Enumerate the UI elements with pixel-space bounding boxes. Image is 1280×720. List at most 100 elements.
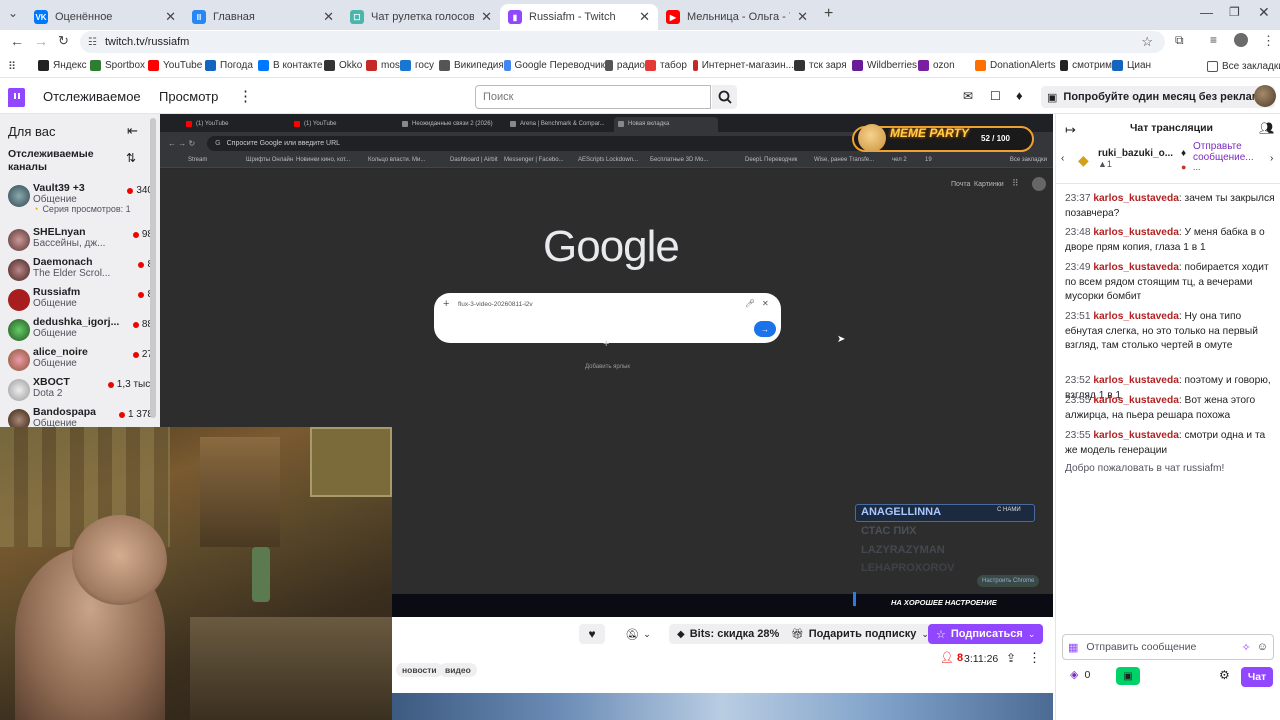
chat-send-button[interactable]: Чат bbox=[1241, 667, 1273, 687]
site-info-icon[interactable]: ☷ bbox=[88, 37, 97, 48]
menu-icon[interactable]: ⋮ bbox=[1262, 33, 1275, 49]
channel-points[interactable]: ◈ 0 bbox=[1070, 668, 1090, 682]
collapse-sidebar-icon[interactable]: ⇤ bbox=[127, 123, 138, 139]
ad-free-button[interactable]: ▣ Попробуйте один месяц без рекламы bbox=[1041, 86, 1276, 108]
sort-icon[interactable]: ⇅ bbox=[126, 151, 136, 165]
magic-icon[interactable]: ✧ bbox=[1242, 641, 1251, 654]
inbox-icon[interactable]: ✉ bbox=[963, 89, 973, 103]
new-tab-button[interactable]: + bbox=[824, 5, 833, 23]
bookmark-item[interactable]: mos bbox=[366, 60, 400, 71]
channel-avatar bbox=[8, 259, 30, 281]
gift-sub-button[interactable]: 🎁︎ Подарить подписку ⌄ bbox=[783, 624, 937, 644]
bookmark-star-icon[interactable]: ☆ bbox=[1141, 34, 1153, 50]
reload-icon[interactable]: ↻ bbox=[58, 33, 69, 49]
tag-video[interactable]: видео bbox=[439, 663, 477, 677]
browser-tab[interactable]: VK Оценённое ✕ bbox=[26, 4, 184, 30]
browser-tab[interactable]: ▮ Russiafm - Twitch ✕ bbox=[500, 4, 658, 30]
message-user[interactable]: karlos_kustaveda bbox=[1093, 193, 1179, 204]
browser-tab[interactable]: II Главная ✕ bbox=[184, 4, 342, 30]
profile-avatar[interactable] bbox=[1234, 33, 1248, 47]
bookmark-item[interactable]: Google Переводчик bbox=[504, 60, 605, 71]
message-user[interactable]: karlos_kustaveda bbox=[1093, 262, 1179, 273]
browser-tab[interactable]: ▶ Мельница - Ольга - YouTube ✕ bbox=[658, 4, 816, 30]
chevron-right-icon[interactable]: › bbox=[1270, 153, 1273, 164]
message-user[interactable]: karlos_kustaveda bbox=[1093, 311, 1179, 322]
tab-search-icon[interactable]: ⌄ bbox=[8, 6, 26, 24]
pinned-send[interactable]: Отправьте сообщение... bbox=[1193, 141, 1265, 163]
inner-bookmark: Stream bbox=[188, 157, 208, 163]
apps-icon[interactable]: ⠿ bbox=[8, 60, 16, 73]
more-options-icon[interactable]: ⋮ bbox=[1028, 650, 1041, 666]
bookmark-item[interactable]: ozon bbox=[918, 60, 975, 71]
message-user[interactable]: karlos_kustaveda bbox=[1093, 227, 1179, 238]
emoji-icon[interactable]: ☺ bbox=[1257, 641, 1268, 653]
bookmark-item[interactable]: Интернет-магазин... bbox=[693, 60, 794, 71]
extensions-icon[interactable]: ⧉ bbox=[1175, 33, 1184, 48]
bookmark-item[interactable]: Циан bbox=[1112, 60, 1152, 71]
settings-gear-icon[interactable]: ⚙ bbox=[1219, 668, 1230, 682]
bookmark-item[interactable]: Яндекс bbox=[38, 60, 90, 71]
tag-news[interactable]: новости bbox=[396, 663, 443, 677]
bookmark-item[interactable]: Okko bbox=[324, 60, 366, 71]
twitch-logo-icon[interactable] bbox=[8, 88, 25, 107]
bookmark-item[interactable]: госу bbox=[400, 60, 439, 71]
notifications-button[interactable]: 🔕︎ ⌄ bbox=[618, 624, 658, 644]
forward-icon[interactable]: → bbox=[34, 33, 48, 49]
message-user[interactable]: karlos_kustaveda bbox=[1093, 430, 1179, 441]
doge-icon bbox=[858, 124, 886, 152]
nav-following[interactable]: Отслеживаемое bbox=[43, 89, 141, 104]
sidebar-scrollbar[interactable] bbox=[150, 118, 156, 418]
community-icon[interactable]: 👥︎ bbox=[1259, 121, 1274, 135]
bookmark-item[interactable]: Sportbox bbox=[90, 60, 148, 71]
close-tab-icon[interactable]: ✕ bbox=[165, 9, 176, 25]
crown-icon[interactable]: ♦ bbox=[1016, 88, 1023, 103]
bookmark-item[interactable]: тск заря bbox=[794, 60, 852, 71]
search-input[interactable]: Поиск bbox=[475, 85, 711, 109]
all-bookmarks[interactable]: Все закладки bbox=[1207, 61, 1280, 72]
bookmark-item[interactable]: В контакте bbox=[258, 60, 324, 71]
followed-channel[interactable]: dedushka_igorj... Общение 88 bbox=[8, 316, 153, 346]
subscribe-button[interactable]: ☆ Подписаться ⌄ bbox=[928, 624, 1044, 644]
bookmark-item[interactable]: Wildberries bbox=[852, 60, 918, 71]
whispers-icon[interactable]: ☐ bbox=[990, 89, 1001, 103]
close-tab-icon[interactable]: ✕ bbox=[639, 9, 650, 25]
address-bar[interactable]: ☷ twitch.tv/russiafm ☆ bbox=[80, 31, 1165, 53]
close-tab-icon[interactable]: ✕ bbox=[797, 9, 808, 25]
close-tab-icon[interactable]: ✕ bbox=[323, 9, 334, 25]
close-tab-icon[interactable]: ✕ bbox=[481, 9, 492, 25]
browser-tab[interactable]: ☐ Чат рулетка голосовая — Nek ✕ bbox=[342, 4, 500, 30]
share-icon[interactable]: ⇪ bbox=[1006, 651, 1016, 665]
restore-button[interactable]: ❐ bbox=[1229, 5, 1240, 19]
inner-bookmark: Dashboard | Airbit bbox=[450, 157, 498, 163]
search-button[interactable] bbox=[712, 85, 737, 109]
user-avatar[interactable] bbox=[1254, 85, 1276, 107]
bookmark-item[interactable]: YouTube bbox=[148, 60, 205, 71]
bookmark-item[interactable]: Погода bbox=[205, 60, 258, 71]
bookmark-item[interactable]: смотрим bbox=[1060, 60, 1112, 71]
followed-channel[interactable]: alice_noire Общение 27 bbox=[8, 346, 153, 376]
followed-channel[interactable]: SHELnyan Бассейны, дж... 98 bbox=[8, 226, 153, 256]
back-icon[interactable]: ← bbox=[10, 33, 24, 49]
bookmark-item[interactable]: табор bbox=[645, 60, 693, 71]
message-user[interactable]: karlos_kustaveda bbox=[1093, 395, 1179, 406]
more-icon[interactable]: ⋮ bbox=[238, 87, 253, 105]
nav-browse[interactable]: Просмотр bbox=[159, 89, 218, 104]
bookmark-item[interactable]: радио bbox=[605, 60, 645, 71]
bookmark-item[interactable]: Википедия bbox=[439, 60, 504, 71]
followed-channel[interactable]: DaemonachThe Elder Scrol...8 bbox=[8, 256, 153, 286]
gift-bonus-button[interactable]: ▣ bbox=[1116, 667, 1140, 685]
followed-channel[interactable]: RussiafmОбщение8 bbox=[8, 286, 153, 316]
bits-button[interactable]: ◆ Bits: скидка 28% bbox=[669, 624, 788, 644]
chat-input[interactable]: ▦ Отправить сообщение ✧ ☺ bbox=[1062, 634, 1274, 660]
close-window-button[interactable]: ✕ bbox=[1258, 4, 1270, 21]
collapse-chat-icon[interactable]: ↦ bbox=[1065, 122, 1076, 138]
message-user[interactable]: karlos_kustaveda bbox=[1093, 375, 1179, 386]
followed-channel[interactable]: Vault39 +3 Общение 340 ◔ Серия просмотров: 1 bbox=[8, 182, 153, 214]
chevron-left-icon[interactable]: ‹ bbox=[1061, 153, 1064, 164]
bookmark-item[interactable]: DonationAlerts bbox=[975, 60, 1060, 71]
minimize-button[interactable]: — bbox=[1200, 5, 1213, 20]
followed-channel[interactable]: XBOCT Dota 2 1,3 тыс. bbox=[8, 376, 153, 406]
follow-heart-button[interactable]: ♥ bbox=[579, 624, 605, 644]
media-icon[interactable]: ≡ bbox=[1210, 33, 1217, 47]
meme-party-title: MEME PARTY bbox=[890, 126, 969, 140]
